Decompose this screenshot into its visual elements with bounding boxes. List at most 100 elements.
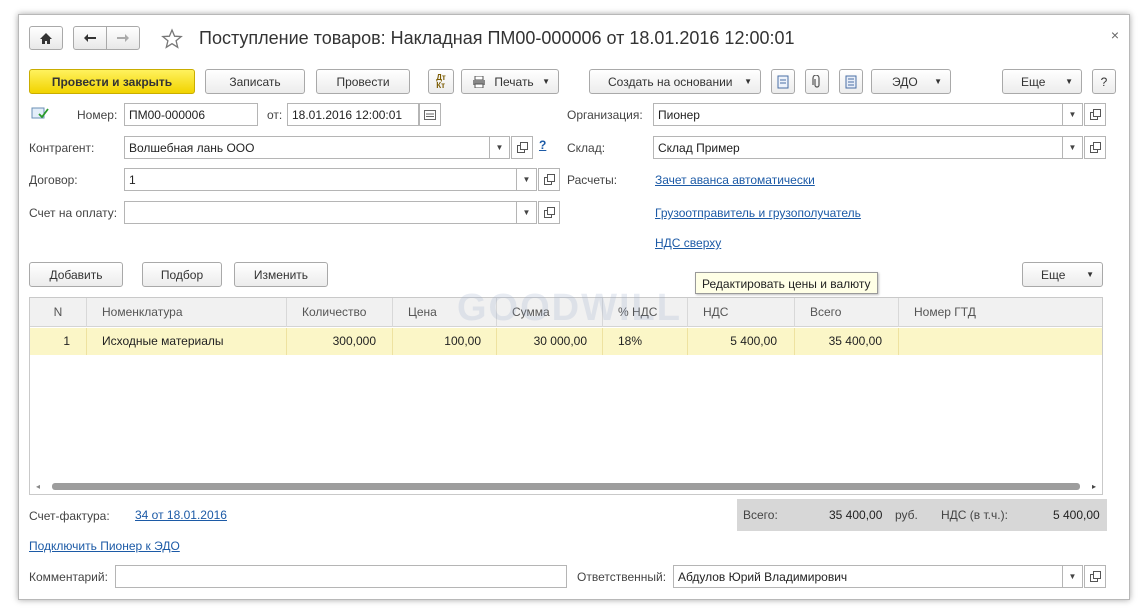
create-based-on-button[interactable]: Создать на основании ▼ bbox=[589, 69, 761, 94]
report-button[interactable] bbox=[771, 69, 795, 94]
tooltip: Редактировать цены и валюту bbox=[695, 272, 878, 294]
invoice-for-payment-field[interactable] bbox=[124, 201, 517, 224]
comment-field[interactable] bbox=[115, 565, 567, 588]
document-window: Поступление товаров: Накладная ПМ00-0000… bbox=[18, 14, 1130, 600]
table-more-label: Еще bbox=[1041, 267, 1066, 282]
open-window-icon bbox=[1089, 571, 1101, 582]
column-header-quantity[interactable]: Количество bbox=[287, 298, 393, 327]
list-icon bbox=[845, 75, 857, 88]
organization-label: Организация: bbox=[567, 108, 643, 122]
counterparty-field[interactable]: Волшебная лань ООО bbox=[124, 136, 490, 159]
organization-dropdown[interactable]: ▼ bbox=[1063, 103, 1083, 126]
chevron-down-icon: ▼ bbox=[522, 208, 531, 217]
calendar-button[interactable] bbox=[419, 103, 441, 126]
responsible-label: Ответственный: bbox=[577, 570, 667, 584]
invoice-document-link[interactable]: 34 от 18.01.2016 bbox=[135, 508, 227, 522]
column-header-item[interactable]: Номенклатура bbox=[87, 298, 287, 327]
horizontal-scrollbar[interactable] bbox=[52, 483, 1080, 490]
number-field[interactable]: ПМ00-000006 bbox=[124, 103, 258, 126]
cell-n: 1 bbox=[30, 328, 87, 355]
help-button[interactable]: ? bbox=[1092, 69, 1116, 94]
contract-dropdown[interactable]: ▼ bbox=[517, 168, 537, 191]
contract-label: Договор: bbox=[29, 173, 78, 187]
chevron-down-icon: ▼ bbox=[934, 77, 942, 86]
page-title: Поступление товаров: Накладная ПМ00-0000… bbox=[199, 28, 795, 48]
column-header-total[interactable]: Всего bbox=[795, 298, 899, 327]
more-actions-button[interactable]: Еще ▼ bbox=[1002, 69, 1082, 94]
attach-button[interactable] bbox=[805, 69, 829, 94]
forward-button[interactable] bbox=[106, 26, 140, 50]
close-icon[interactable]: × bbox=[1111, 27, 1119, 43]
organization-open-button[interactable] bbox=[1084, 103, 1106, 126]
chevron-down-icon: ▼ bbox=[1068, 110, 1077, 119]
open-window-icon bbox=[543, 174, 555, 185]
column-header-gtd[interactable]: Номер ГТД bbox=[899, 298, 1104, 327]
open-window-icon bbox=[1089, 109, 1101, 120]
cell-gtd bbox=[899, 328, 1104, 355]
column-header-n[interactable]: N bbox=[30, 298, 87, 327]
responsible-open-button[interactable] bbox=[1084, 565, 1106, 588]
settlements-link[interactable]: Зачет аванса автоматически bbox=[655, 173, 815, 187]
shipper-consignee-link[interactable]: Грузоотправитель и грузополучатель bbox=[655, 206, 861, 220]
contract-open-button[interactable] bbox=[538, 168, 560, 191]
post-button[interactable]: Провести bbox=[316, 69, 410, 94]
invoice-for-payment-dropdown[interactable]: ▼ bbox=[517, 201, 537, 224]
comment-label: Комментарий: bbox=[29, 570, 108, 584]
column-header-vat[interactable]: НДС bbox=[688, 298, 795, 327]
create-based-label: Создать на основании bbox=[608, 74, 733, 89]
post-and-close-button[interactable]: Провести и закрыть bbox=[29, 69, 195, 94]
add-row-button[interactable]: Добавить bbox=[29, 262, 123, 287]
number-label: Номер: bbox=[77, 108, 118, 122]
connect-edo-link[interactable]: Подключить Пионер к ЭДО bbox=[29, 539, 180, 553]
contract-field[interactable]: 1 bbox=[124, 168, 517, 191]
select-items-button[interactable]: Подбор bbox=[142, 262, 222, 287]
warehouse-dropdown[interactable]: ▼ bbox=[1063, 136, 1083, 159]
print-label: Печать bbox=[494, 74, 534, 89]
scroll-left-icon[interactable]: ◂ bbox=[36, 482, 40, 491]
total-value: 35 400,00 bbox=[829, 508, 883, 522]
warehouse-open-button[interactable] bbox=[1084, 136, 1106, 159]
home-icon bbox=[40, 32, 52, 44]
dt-kt-button[interactable]: Дт Кт bbox=[428, 69, 454, 94]
settlements-label: Расчеты: bbox=[567, 173, 618, 187]
warehouse-field[interactable]: Склад Пример bbox=[653, 136, 1063, 159]
structure-button[interactable] bbox=[839, 69, 863, 94]
responsible-field[interactable]: Абдулов Юрий Владимирович bbox=[673, 565, 1063, 588]
scroll-right-icon[interactable]: ▸ bbox=[1092, 482, 1096, 491]
posted-status-icon bbox=[31, 106, 49, 123]
date-field[interactable]: 18.01.2016 12:00:01 bbox=[287, 103, 419, 126]
counterparty-open-button[interactable] bbox=[511, 136, 533, 159]
table-row[interactable]: 1 Исходные материалы 300,000 100,00 30 0… bbox=[30, 328, 1102, 355]
counterparty-dropdown[interactable]: ▼ bbox=[490, 136, 510, 159]
responsible-dropdown[interactable]: ▼ bbox=[1063, 565, 1083, 588]
cell-vat: 5 400,00 bbox=[688, 328, 795, 355]
cell-price: 100,00 bbox=[393, 328, 497, 355]
chevron-down-icon: ▼ bbox=[1086, 270, 1094, 279]
open-window-icon bbox=[543, 207, 555, 218]
home-button[interactable] bbox=[29, 26, 63, 50]
chevron-down-icon: ▼ bbox=[495, 143, 504, 152]
counterparty-help-icon[interactable]: ? bbox=[539, 138, 546, 152]
vat-on-top-link[interactable]: НДС сверху bbox=[655, 236, 721, 250]
table-more-button[interactable]: Еще ▼ bbox=[1022, 262, 1103, 287]
change-button[interactable]: Изменить bbox=[234, 262, 328, 287]
cell-total: 35 400,00 bbox=[795, 328, 899, 355]
arrow-right-icon bbox=[117, 34, 129, 42]
invoice-for-payment-open-button[interactable] bbox=[538, 201, 560, 224]
date-label: от: bbox=[267, 108, 283, 122]
chevron-down-icon: ▼ bbox=[1065, 77, 1073, 86]
invoice-document-label: Счет-фактура: bbox=[29, 509, 110, 523]
save-button[interactable]: Записать bbox=[205, 69, 305, 94]
edo-button[interactable]: ЭДО ▼ bbox=[871, 69, 951, 94]
back-button[interactable] bbox=[73, 26, 107, 50]
dt-kt-icon: Дт Кт bbox=[436, 72, 446, 90]
invoice-for-payment-label: Счет на оплату: bbox=[29, 206, 118, 220]
cell-sum: 30 000,00 bbox=[497, 328, 603, 355]
print-button[interactable]: Печать ▼ bbox=[461, 69, 559, 94]
calendar-icon bbox=[424, 109, 436, 120]
organization-field[interactable]: Пионер bbox=[653, 103, 1063, 126]
favorite-star-icon[interactable] bbox=[161, 28, 183, 53]
paperclip-icon bbox=[812, 74, 820, 88]
document-icon bbox=[777, 75, 789, 88]
totals-panel: Всего: 35 400,00 руб. НДС (в т.ч.): 5 40… bbox=[737, 499, 1107, 531]
